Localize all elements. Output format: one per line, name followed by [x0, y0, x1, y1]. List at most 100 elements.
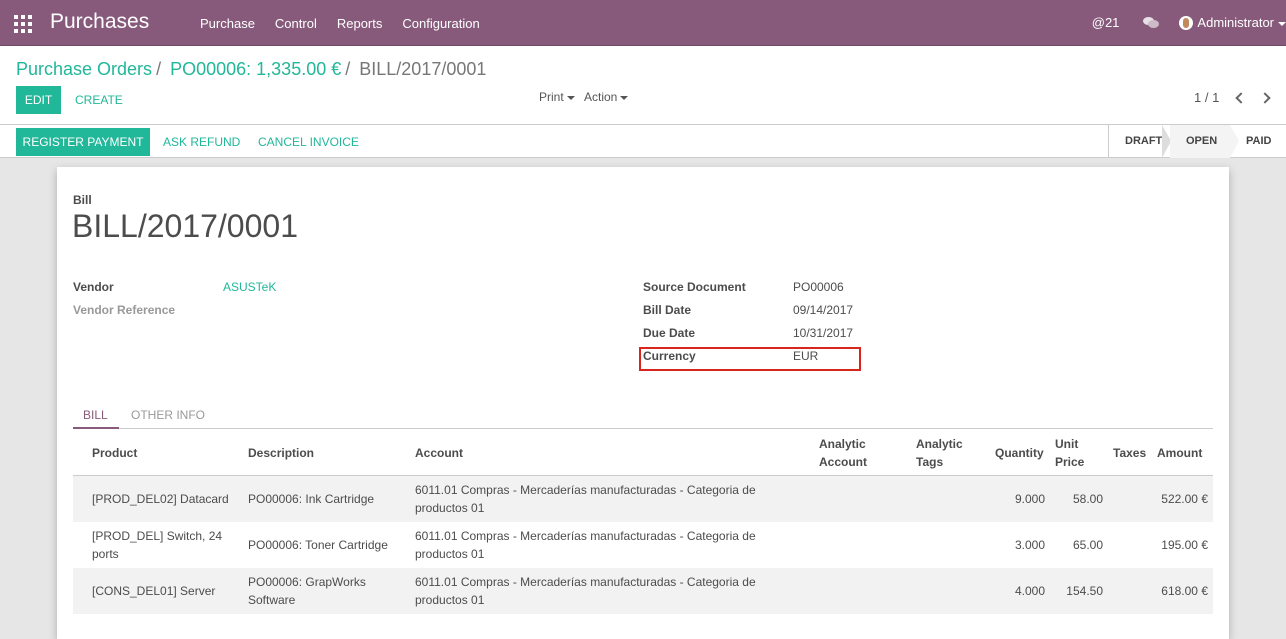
cell-unit-price: 154.50: [1066, 584, 1103, 598]
main-menu: Purchase Control Reports Configuration: [200, 16, 500, 31]
due-date-label: Due Date: [643, 326, 696, 340]
source-document-value: PO00006: [793, 280, 844, 294]
cell-product-line1: [PROD_DEL] Switch, 24: [92, 529, 223, 543]
vendor-label: Vendor: [73, 280, 114, 294]
due-date-value: 10/31/2017: [793, 326, 854, 340]
vendor-reference-label: Vendor Reference: [73, 303, 176, 317]
column-account[interactable]: Account: [415, 444, 463, 462]
stage-draft-label: DRAFT: [1125, 135, 1163, 147]
column-product[interactable]: Product: [92, 444, 137, 462]
column-analytic-tags-line2: Tags: [916, 455, 944, 469]
chevron-down-icon: [1278, 21, 1286, 26]
menu-item-control[interactable]: Control: [275, 16, 317, 31]
cell-description-line2: Software: [248, 593, 296, 607]
menu-item-reports[interactable]: Reports: [337, 16, 383, 31]
register-payment-button[interactable]: REGISTER PAYMENT: [16, 128, 150, 156]
menu-item-purchase[interactable]: Purchase: [200, 16, 255, 31]
status-bar: REGISTER PAYMENT ASK REFUND CANCEL INVOI…: [0, 125, 1286, 158]
column-analytic-account[interactable]: Analytic Account: [819, 435, 867, 471]
table-row[interactable]: [PROD_DEL] Switch, 24 ports PO00006: Tone…: [73, 522, 1213, 568]
cell-unit-price: 58.00: [1072, 492, 1103, 506]
cell-account-line1: 6011.01 Compras - Mercaderías manufactur…: [415, 529, 756, 543]
control-panel: Purchase Orders / PO00006: 1,335.00 € / BI…: [0, 46, 1286, 125]
tab-other-info[interactable]: OTHER INFO: [131, 408, 205, 422]
menu-item-configuration[interactable]: Configuration: [402, 16, 479, 31]
action-label: Action: [584, 90, 618, 104]
user-name: Administrator: [1197, 15, 1274, 30]
chat-icon[interactable]: [1143, 16, 1160, 29]
cell-description: PO00006: Ink Cartridge: [248, 492, 375, 506]
source-document-label: Source Document: [643, 280, 746, 294]
tab-bill[interactable]: BILL: [83, 408, 108, 422]
breadcrumb: Purchase Orders / PO00006: 1,335.00 € / BI…: [16, 59, 486, 80]
cell-quantity: 4.000: [1014, 584, 1045, 598]
breadcrumb-purchase-orders[interactable]: Purchase Orders: [16, 59, 152, 79]
currency-highlight-box: [639, 347, 861, 371]
table-header: Product Description Account Analytic Acco…: [73, 430, 1213, 476]
bill-date-value: 09/14/2017: [793, 303, 854, 317]
apps-grid-icon[interactable]: [14, 15, 32, 33]
breadcrumb-separator: /: [156, 59, 162, 79]
create-button[interactable]: CREATE: [75, 86, 123, 114]
column-unit-price-line2: Price: [1055, 455, 1085, 469]
cell-account-line2: productos 01: [415, 593, 485, 607]
top-navbar: Purchases Purchase Control Reports Confi…: [0, 0, 1286, 46]
column-analytic-tags-line1: Analytic: [916, 437, 963, 451]
avatar[interactable]: [1179, 15, 1194, 30]
cell-account: 6011.01 Compras - Mercaderías manufactur…: [415, 573, 756, 609]
column-analytic-tags[interactable]: Analytic Tags: [916, 435, 963, 471]
stage-arrow: [1230, 125, 1239, 158]
stage-open-label: OPEN: [1186, 135, 1218, 147]
table-row[interactable]: [PROD_DEL02] Datacard PO00006: Ink Cartr…: [73, 476, 1213, 522]
cell-amount: 618.00 €: [1161, 584, 1208, 598]
cell-product-line2: ports: [92, 547, 119, 561]
cell-description: PO00006: GrapWorks Software: [248, 573, 366, 609]
action-dropdown[interactable]: Action: [584, 90, 629, 104]
caret-down-icon: [620, 95, 629, 100]
stage-open: OPEN: [1170, 125, 1239, 158]
column-description[interactable]: Description: [248, 444, 314, 462]
cell-description-line1: PO00006: GrapWorks: [248, 575, 366, 589]
document-type: Bill: [73, 193, 92, 207]
cell-product: [CONS_DEL01] Server: [92, 584, 216, 598]
stage-indicator: DRAFT OPEN PAID: [1108, 125, 1286, 158]
column-quantity[interactable]: Quantity: [995, 444, 1044, 462]
column-taxes[interactable]: Taxes: [1113, 444, 1146, 462]
breadcrumb-purchase-order[interactable]: PO00006: 1,335.00 €: [170, 59, 341, 79]
cell-product: [PROD_DEL02] Datacard: [92, 492, 229, 506]
pager-value[interactable]: 1 / 1: [1194, 90, 1219, 105]
column-unit-price[interactable]: Unit Price: [1055, 435, 1084, 471]
print-label: Print: [539, 90, 564, 104]
mentions-counter[interactable]: @21: [1092, 15, 1120, 30]
ask-refund-button[interactable]: ASK REFUND: [163, 128, 240, 156]
invoice-lines-table: Product Description Account Analytic Acco…: [73, 430, 1213, 614]
vendor-link[interactable]: ASUSTeK: [223, 280, 276, 294]
edit-button[interactable]: EDIT: [16, 86, 61, 114]
cancel-invoice-button[interactable]: CANCEL INVOICE: [258, 128, 359, 156]
chevron-left-icon[interactable]: [1235, 92, 1247, 104]
cell-description: PO00006: Toner Cartridge: [248, 538, 388, 552]
caret-down-icon: [566, 95, 575, 100]
notebook-tabs: BILL OTHER INFO: [73, 404, 1213, 429]
stage-draft: DRAFT: [1108, 125, 1171, 158]
column-unit-price-line1: Unit: [1055, 437, 1079, 451]
cell-account-line1: 6011.01 Compras - Mercaderías manufactur…: [415, 575, 756, 589]
user-menu[interactable]: Administrator: [1197, 15, 1286, 30]
app-title: Purchases: [50, 10, 150, 33]
active-tab-indicator: [73, 427, 119, 429]
cell-quantity: 9.000: [1014, 492, 1045, 506]
column-analytic-account-line2: Account: [819, 455, 867, 469]
cell-quantity: 3.000: [1014, 538, 1045, 552]
cell-amount: 522.00 €: [1161, 492, 1208, 506]
chevron-right-icon[interactable]: [1259, 92, 1271, 104]
column-amount[interactable]: Amount: [1157, 444, 1202, 462]
breadcrumb-current: BILL/2017/0001: [359, 59, 487, 79]
form-sheet: Bill BILL/2017/0001 Vendor ASUSTeK Vendo…: [57, 167, 1229, 639]
cell-unit-price: 65.00: [1072, 538, 1103, 552]
table-row[interactable]: [CONS_DEL01] Server PO00006: GrapWorks So…: [73, 568, 1213, 614]
cell-account: 6011.01 Compras - Mercaderías manufactur…: [415, 481, 756, 517]
print-dropdown[interactable]: Print: [539, 90, 575, 104]
breadcrumb-separator: /: [345, 59, 351, 79]
bill-date-label: Bill Date: [643, 303, 692, 317]
cell-amount: 195.00 €: [1161, 538, 1208, 552]
